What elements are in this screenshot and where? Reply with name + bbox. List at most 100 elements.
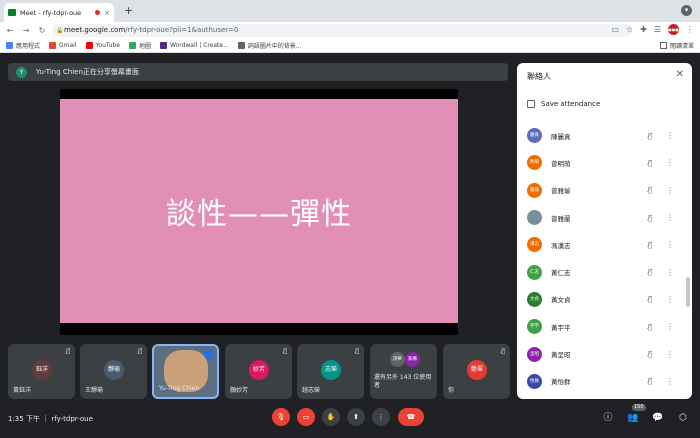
more-options-button[interactable]: ⋮ [372,408,390,426]
present-screen-button[interactable]: ⬆ [347,408,365,426]
attendance-icon [527,100,535,108]
mic-off-icon[interactable]: 🎙̸ [648,323,652,331]
list-item[interactable]: 麗真 陳麗真 🎙̸ ⋮ [517,122,692,149]
mic-off-icon[interactable]: 🎙̸ [648,186,652,194]
bookmark-apps[interactable]: 應用程式 [6,41,40,50]
bookmark-label: 詞語圖片中的背景... [247,42,302,50]
chat-icon[interactable]: 💬 [651,411,665,425]
toolbar-icons: ▭ ☆ ✚ ☰ ●●● ⋮ [611,24,694,35]
participant-tile[interactable]: 🎙̸ 靜瑜 王靜瑜 [80,344,147,399]
address-bar[interactable]: 🔒 meet.google.com/rfy-tdpr-oue?pli=1&aut… [52,24,632,37]
more-vert-icon[interactable]: ⋮ [666,377,674,386]
list-item[interactable]: 文貞 黃文貞 🎙̸ ⋮ [517,286,692,313]
bookmark-label: Gmail [59,41,77,49]
bookmark-images[interactable]: 詞語圖片中的背景... [237,41,302,50]
share-banner-text: Yu-Ting Chien正在分享螢幕畫面 [36,68,139,76]
participant-tile[interactable]: 🎙̸ 志榮 趙志榮 [297,344,364,399]
forward-icon[interactable]: → [20,26,32,35]
avatar: 雅瑜 [527,182,542,198]
mic-off-icon: 🎙̸ [138,348,142,355]
mic-off-icon[interactable]: 🎙̸ [648,241,652,249]
youtube-icon [85,41,93,49]
tab-title: Meet - rfy-tdpr-oue [20,8,82,17]
mic-off-icon[interactable]: 🎙̸ [648,268,652,276]
list-item[interactable]: 呈昭 黃呈昭 🎙̸ ⋮ [517,340,692,367]
reading-list-button[interactable]: 閱讀清單 [659,41,694,50]
more-vert-icon[interactable]: ⋮ [666,295,674,304]
mic-off-icon: 🎙̸ [355,348,359,355]
bookmarks-bar: 應用程式 Gmail YouTube 地圖 Wordwall | Create.… [0,38,700,53]
save-attendance-label: Save attendance [541,100,601,108]
mic-toggle-button[interactable]: 🎙 [272,408,290,426]
new-tab-button[interactable]: + [124,4,133,17]
participant-name: 陳麗真 [551,132,571,141]
maps-icon [128,41,136,49]
tab-close-icon[interactable]: × [104,9,110,17]
self-tile[interactable]: 🎙̸ 艷翠 你 [443,344,510,399]
list-item[interactable]: 雅瑜 曾雅瑜 🎙̸ ⋮ [517,177,692,204]
back-icon[interactable]: ← [4,26,16,35]
participant-name: 黃鈺洋 [13,387,32,394]
participant-count-badge: 150 [632,404,646,411]
more-vert-icon[interactable]: ⋮ [666,322,674,331]
more-participants-tile[interactable]: 詩華 家蓁 還有另外 143 位使用者 [370,344,437,399]
participant-tile[interactable]: 🎙̸ 鈺洋 黃鈺洋 [8,344,75,399]
participant-name: 曾明萌 [551,159,571,168]
mic-off-icon[interactable]: 🎙̸ [648,377,652,385]
mic-off-icon[interactable]: 🎙̸ [648,295,652,303]
gmail-icon [49,41,57,49]
window-control-button[interactable]: ▾ [681,5,692,16]
more-vert-icon[interactable]: ⋮ [666,268,674,277]
apps-grid-icon [6,41,13,49]
more-vert-icon[interactable]: ⋮ [666,240,674,249]
camera-toggle-button[interactable]: ▭ [297,408,315,426]
recording-dot-icon [95,10,101,15]
more-vert-icon[interactable]: ⋮ [666,213,674,222]
more-vert-icon[interactable]: ⋮ [666,186,674,195]
close-icon[interactable]: ✕ [676,69,684,80]
bookmark-maps[interactable]: 地圖 [128,41,151,50]
bookmark-gmail[interactable]: Gmail [49,41,77,49]
profile-avatar[interactable]: ●●● [668,24,679,35]
browser-tab[interactable]: Meet - rfy-tdpr-oue × [4,3,114,22]
reading-list-icon[interactable]: ☰ [654,25,661,34]
mic-off-icon[interactable]: 🎙̸ [648,350,652,358]
mic-off-icon[interactable]: 🎙̸ [648,159,652,167]
reload-icon[interactable]: ↻ [36,26,48,35]
mic-off-icon[interactable]: 🎙̸ [648,214,652,222]
activities-icon[interactable]: ⬡ [676,411,690,425]
extensions-icon[interactable]: ✚ [640,25,647,34]
participant-name: 王靜瑜 [85,387,104,394]
url-path: /rfy-tdpr-oue?pli=1&authuser=0 [125,26,239,34]
list-item[interactable]: 仁志 黃仁志 🎙̸ ⋮ [517,258,692,285]
more-vert-icon[interactable]: ⋮ [666,158,674,167]
list-item[interactable]: 明萌 曾明萌 🎙̸ ⋮ [517,149,692,176]
people-icon[interactable]: 👥 [626,411,640,425]
avatar: 鈺洋 [32,360,52,380]
camera-permission-icon[interactable]: ▭ [611,25,619,34]
meeting-details-icon[interactable]: ⓘ [601,411,615,425]
bookmark-wordwall[interactable]: Wordwall | Create... [159,41,229,49]
participant-tile-video[interactable]: Yu-Ting Chien [152,344,219,399]
menu-icon[interactable]: ⋮ [686,25,694,34]
panel-scrollbar[interactable] [686,277,690,307]
screen: Meet - rfy-tdpr-oue × + ▾ ← → ↻ 🔒 meet.g… [0,0,700,438]
save-attendance-button[interactable]: Save attendance [527,100,600,108]
avatar: 家蓁 [405,352,420,367]
list-item[interactable]: 曾雅蘭 🎙̸ ⋮ [517,204,692,231]
avatar: 詩華 [390,352,405,367]
panel-title: 聯絡人 [527,72,551,81]
participant-tile[interactable]: 🎙̸ 妙芳 顏妙芳 [225,344,292,399]
leave-call-button[interactable]: ☎ [398,408,424,426]
bookmark-star-icon[interactable]: ☆ [626,25,633,34]
raise-hand-button[interactable]: ✋ [322,408,340,426]
mic-off-icon[interactable]: 🎙̸ [648,132,652,140]
more-vert-icon[interactable]: ⋮ [666,131,674,140]
list-item[interactable]: 宇平 黃宇平 🎙̸ ⋮ [517,313,692,340]
list-item[interactable]: 漢志 馮漢志 🎙̸ ⋮ [517,231,692,258]
bookmark-youtube[interactable]: YouTube [85,41,120,49]
participant-name: 顏妙芳 [230,387,249,394]
more-vert-icon[interactable]: ⋮ [666,350,674,359]
list-item[interactable]: 怡群 黃怡群 🎙̸ ⋮ [517,368,692,395]
presentation-slide: 談性——彈性 [60,99,458,323]
